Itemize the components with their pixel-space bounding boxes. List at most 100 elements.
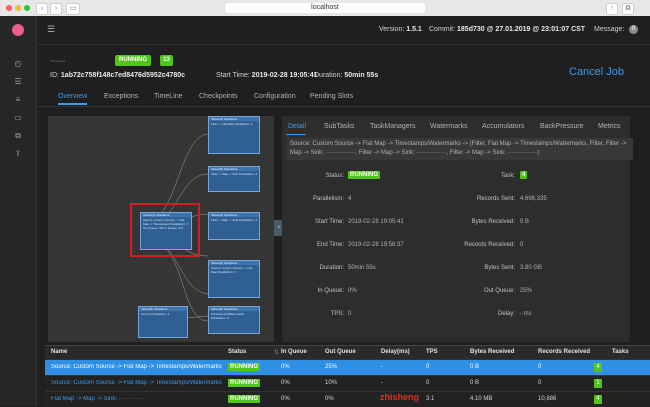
start-time-row: Start Time: 2019-02-28 19:05:41: [216, 72, 318, 79]
col-in-queue[interactable]: In Queue: [281, 349, 307, 355]
minimize-window-icon[interactable]: [15, 5, 21, 11]
table-row[interactable]: Source: Custom Source -> Flat Map -> Tim…: [45, 359, 650, 375]
node-body: Source: Custom Source -> Flat Map Parall…: [211, 266, 253, 274]
col-bytes-received[interactable]: Bytes Received: [470, 349, 514, 355]
in-queue-label: In Queue:: [317, 288, 344, 294]
panel-tab-backpressure[interactable]: BackPressure: [540, 123, 584, 130]
message-count-badge[interactable]: 0: [629, 25, 638, 34]
close-window-icon[interactable]: [6, 5, 12, 11]
sort-icon[interactable]: ⇅: [274, 349, 279, 356]
row-tps: 3.1: [426, 396, 435, 402]
row-records-received: 0: [538, 364, 542, 370]
row-records-received: 0: [538, 380, 542, 386]
graph-node[interactable]: Vertex(4) Operators Filter -> Map -> Sin…: [208, 212, 260, 240]
panel-tab-accumulators[interactable]: Accumulators: [482, 123, 524, 130]
list-icon[interactable]: ☰: [13, 78, 23, 86]
table-row[interactable]: Source: Custom Source -> Flat Map -> Tim…: [45, 375, 650, 391]
row-tasks-badge: 1: [594, 379, 602, 388]
task-label: Task:: [500, 173, 515, 179]
vertex-description: Source: Custom Source -> Flat Map -> Tim…: [287, 138, 633, 160]
panel-tab-subtasks[interactable]: SubTasks: [324, 123, 354, 130]
row-name[interactable]: Source: Custom Source -> Flat Map -> Tim…: [51, 380, 223, 386]
share-icon[interactable]: ↑: [606, 3, 618, 15]
row-tasks-badge: 4: [594, 363, 602, 372]
address-bar[interactable]: localhost: [225, 3, 425, 13]
col-records-received[interactable]: Records Received: [538, 349, 590, 355]
cancel-job-button[interactable]: Cancel Job: [569, 66, 624, 78]
row-bytes-received: 0 B: [470, 364, 480, 370]
node-body: Source Parallelism: 4: [141, 312, 170, 316]
bytes-received-value: 0 B: [520, 219, 530, 225]
graph-node[interactable]: Vertex(5) Operators Source: Custom Sourc…: [208, 260, 260, 298]
bytes-received-label: Bytes Received:: [471, 219, 515, 225]
col-delay[interactable]: Delay(ms): [381, 349, 410, 355]
graph-node[interactable]: Vertex(3) Operators Filter -> Map -> Sin…: [208, 166, 260, 192]
commit-value: 185d730 @ 27.01.2019 @ 23:01:07 CST: [457, 26, 586, 33]
tab-checkpoints[interactable]: Checkpoints: [199, 93, 238, 100]
row-records-received: 10,886: [538, 396, 557, 402]
row-delay: -: [381, 380, 383, 386]
col-tasks[interactable]: Tasks: [612, 349, 629, 355]
job-name: ···········: [50, 58, 66, 65]
maximize-window-icon[interactable]: [24, 5, 30, 11]
commit-info: Commit: 185d730 @ 27.01.2019 @ 23:01:07 …: [429, 26, 585, 33]
app-header: ☰ Version: 1.5.1 Commit: 185d730 @ 27.01…: [37, 16, 650, 45]
col-out-queue[interactable]: Out Queue: [325, 349, 356, 355]
selected-node-highlight: [130, 203, 200, 257]
panel-tab-watermarks[interactable]: Watermarks: [430, 123, 467, 130]
tab-exceptions[interactable]: Exceptions: [104, 93, 138, 100]
sidebar-toggle-icon[interactable]: ▭: [66, 3, 80, 15]
panel-tab-detail[interactable]: Detail: [288, 123, 306, 130]
row-tasks-badge: 4: [594, 395, 602, 404]
layers-icon[interactable]: ⧉: [13, 132, 23, 140]
version-value: 1.5.1: [406, 26, 422, 33]
row-name[interactable]: Source: Custom Source -> Flat Map -> Tim…: [51, 364, 223, 370]
node-detail-panel: Detail SubTasks TaskManagers Watermarks …: [282, 116, 633, 342]
back-icon[interactable]: ‹: [36, 3, 48, 15]
menu-icon[interactable]: ≡: [13, 96, 23, 104]
forward-icon[interactable]: ›: [50, 3, 62, 15]
tab-configuration[interactable]: Configuration: [254, 93, 296, 100]
table-row[interactable]: Flat Map -> Map -> Sink: ······ ······ R…: [45, 391, 650, 407]
graph-node[interactable]: Vertex(2) Operators Filter -> Flat Map P…: [208, 116, 260, 154]
version-label: Version:: [379, 26, 405, 33]
row-delay: -: [381, 364, 383, 370]
card-icon[interactable]: ▭: [13, 114, 23, 122]
col-name[interactable]: Name: [51, 349, 67, 355]
job-id-label: ID:: [50, 72, 59, 79]
dashboard-icon[interactable]: ◴: [13, 60, 23, 68]
out-queue-value: 25%: [520, 288, 533, 294]
row-name[interactable]: Flat Map -> Map -> Sink: ······ ······: [51, 396, 223, 402]
status-value: RUNNING: [348, 171, 380, 179]
commit-label: Commit:: [429, 26, 456, 33]
watermark-text: zhisheng: [380, 392, 420, 402]
delay-value: - ms: [520, 311, 532, 317]
panel-tab-metrics[interactable]: Metrics: [598, 123, 621, 130]
upload-icon[interactable]: ⇪: [13, 150, 23, 158]
message-label: Message:: [594, 26, 625, 33]
parallelism-value: 4: [348, 196, 352, 202]
running-tasks-badge: 13: [160, 55, 173, 66]
graph-node[interactable]: Vertex(6) Operators Timestamps/Watermark…: [208, 306, 260, 334]
records-sent-value: 4,696,335: [520, 196, 547, 202]
row-out-queue: 0%: [325, 396, 334, 402]
tab-timeline[interactable]: TimeLine: [154, 93, 183, 100]
tabs-icon[interactable]: ⧉: [622, 3, 634, 15]
duration-value: 50min 55s: [344, 72, 379, 79]
flink-logo-icon: [12, 24, 24, 36]
col-tps[interactable]: TPS: [426, 349, 438, 355]
duration-label: Duration:: [314, 72, 343, 79]
row-bytes-received: 4.10 MB: [470, 396, 493, 402]
job-graph[interactable]: Vertex(2) Operators Filter -> Flat Map P…: [48, 116, 274, 342]
nav-rail: ◴ ☰ ≡ ▭ ⧉ ⇪: [0, 16, 37, 406]
col-status[interactable]: Status: [228, 349, 246, 355]
panel-tab-taskmanagers[interactable]: TaskManagers: [370, 123, 416, 130]
graph-node[interactable]: Vertex(8) Operators Source Parallelism: …: [138, 306, 188, 338]
job-id-value: 1ab72c758f148c7ed8476d5952c4780c: [60, 72, 186, 79]
row-in-queue: 0%: [281, 364, 290, 370]
browser-toolbar: ‹ › ▭ localhost ↑ ⧉: [0, 0, 650, 17]
active-tab-underline: [286, 134, 306, 135]
tab-pending-slots[interactable]: Pending Slots: [310, 93, 353, 100]
tab-overview[interactable]: Overview: [58, 93, 88, 105]
collapse-menu-icon[interactable]: ☰: [47, 24, 55, 35]
